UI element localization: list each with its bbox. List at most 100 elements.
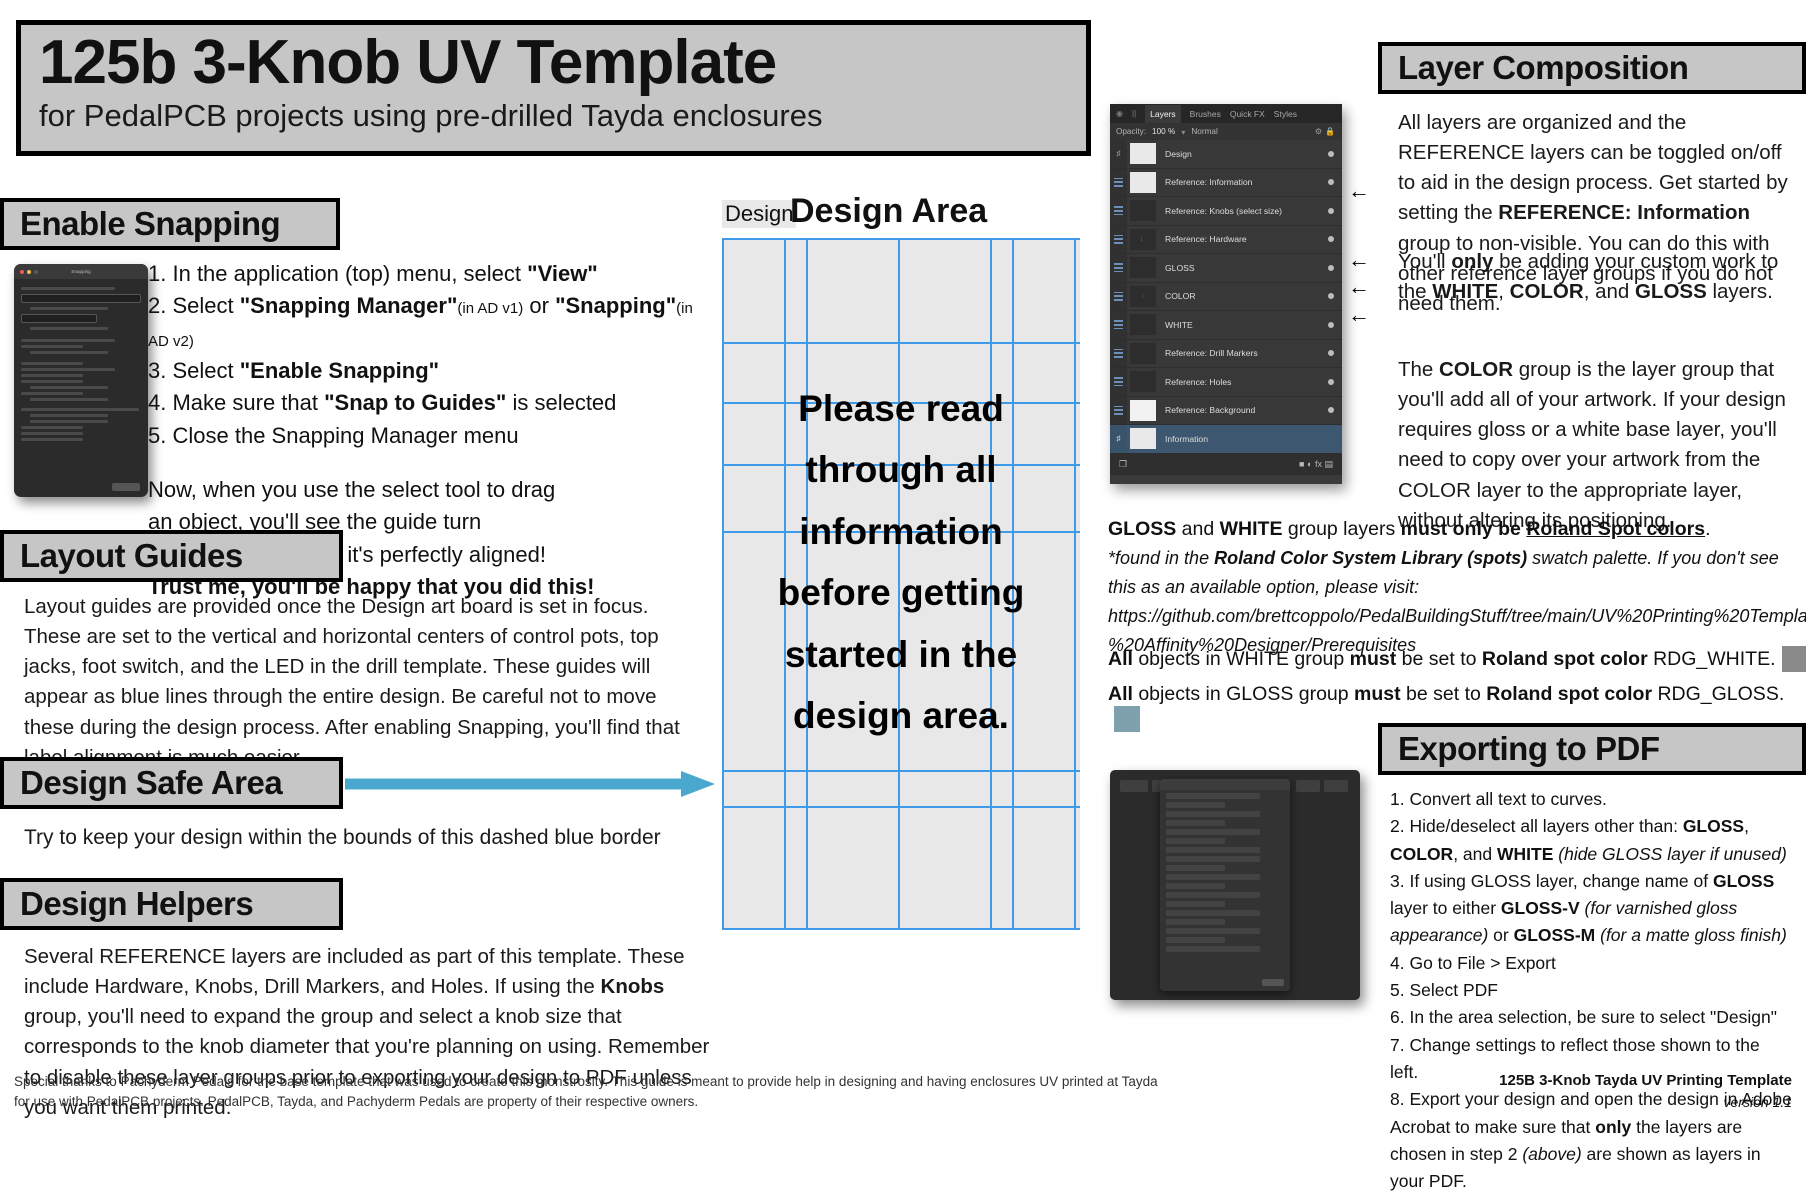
- layer-thumbnail: [1130, 400, 1156, 421]
- step-text: Select: [172, 358, 239, 383]
- layer-thumbnail: ⁝: [1130, 286, 1156, 307]
- visibility-toggle[interactable]: [1328, 350, 1334, 356]
- step-emphasis: GLOSS: [1683, 816, 1744, 836]
- layer-thumbnail: [1130, 257, 1156, 278]
- dialog-line: [21, 374, 83, 377]
- visibility-toggle[interactable]: [1328, 236, 1334, 242]
- lc-text: You'll: [1398, 250, 1451, 273]
- layer-handle-icon[interactable]: [1110, 169, 1127, 197]
- export-confirm-button[interactable]: [1262, 979, 1284, 986]
- dialog-close-button[interactable]: [112, 483, 140, 491]
- panel-menu-icon[interactable]: ◉: [1116, 109, 1123, 118]
- chevron-down-icon[interactable]: ▾: [1181, 127, 1185, 137]
- layer-row[interactable]: Reference: Information: [1110, 169, 1342, 198]
- export-dialog-titlebar: [1160, 779, 1290, 790]
- step-italic: (for a matte gloss finish): [1595, 925, 1787, 945]
- blend-mode-value[interactable]: Normal: [1191, 127, 1217, 136]
- spot-link[interactable]: Roland Spot colors: [1526, 518, 1705, 540]
- title-banner: 125b 3-Knob UV Template for PedalPCB pro…: [16, 20, 1091, 156]
- layer-row[interactable]: Reference: Holes: [1110, 368, 1342, 397]
- visibility-toggle[interactable]: [1328, 322, 1334, 328]
- step-text: ,: [1744, 816, 1749, 836]
- step-text: Hide/deselect all layers other than:: [1409, 816, 1682, 836]
- step-text: Select PDF: [1409, 980, 1498, 1000]
- opacity-bar[interactable]: Opacity: 100 % ▾ Normal ⚙ 🔒: [1110, 123, 1342, 140]
- layer-handle-icon[interactable]: [1110, 254, 1127, 282]
- visibility-toggle[interactable]: [1328, 208, 1334, 214]
- lc-emphasis: WHITE: [1432, 280, 1498, 303]
- layer-row-selected[interactable]: ♯ Information: [1110, 425, 1342, 454]
- layer-row[interactable]: ⁝ COLOR: [1110, 283, 1342, 312]
- step-text: Go to File > Export: [1409, 953, 1555, 973]
- visibility-toggle[interactable]: [1328, 379, 1334, 385]
- footer-credits: Special thanks to Pachyderm Pedals for t…: [14, 1072, 1164, 1113]
- layer-name: Reference: Knobs (select size): [1156, 206, 1282, 216]
- layer-row[interactable]: Reference: Knobs (select size): [1110, 197, 1342, 226]
- export-step-2: 2. Hide/deselect all layers other than: …: [1390, 813, 1792, 868]
- step-emphasis: "Snapping": [555, 293, 676, 318]
- layer-name: Design: [1156, 149, 1192, 159]
- layer-row[interactable]: WHITE: [1110, 311, 1342, 340]
- guide-horizontal: [722, 770, 1080, 772]
- layout-guides-body: Layout guides are provided once the Desi…: [24, 592, 704, 773]
- step-number: 1.: [1390, 789, 1409, 809]
- panel-pause-icon[interactable]: ||: [1132, 109, 1136, 118]
- layer-row[interactable]: ⁝ Reference: Hardware: [1110, 226, 1342, 255]
- page-subtitle: for PedalPCB projects using pre-drilled …: [39, 98, 1068, 134]
- layer-handle-icon[interactable]: [1110, 226, 1127, 254]
- step-annotation: (in AD v1): [457, 300, 523, 317]
- visibility-toggle[interactable]: [1328, 293, 1334, 299]
- lc-emphasis: only: [1451, 250, 1493, 273]
- duplicate-layer-icon[interactable]: ❐: [1119, 459, 1127, 470]
- tab-styles[interactable]: Styles: [1274, 109, 1297, 119]
- white-color-swatch: [1782, 646, 1806, 672]
- layers-panel-tabs[interactable]: ◉ || Layers Brushes Quick FX Styles: [1110, 104, 1342, 123]
- lock-icon[interactable]: 🔒: [1325, 127, 1335, 136]
- gear-icon[interactable]: ⚙: [1315, 127, 1322, 136]
- layer-row[interactable]: Reference: Drill Markers: [1110, 340, 1342, 369]
- layer-handle-icon[interactable]: [1110, 340, 1127, 368]
- new-layer-icon[interactable]: ▤: [1324, 459, 1333, 469]
- layer-row[interactable]: GLOSS: [1110, 254, 1342, 283]
- rule-emphasis: Roland spot color: [1486, 683, 1652, 705]
- opacity-value[interactable]: 100 %: [1152, 127, 1175, 136]
- design-area-canvas[interactable]: Please read through all information befo…: [722, 238, 1080, 930]
- step-emphasis: GLOSS-V: [1501, 898, 1580, 918]
- tab-quick-fx[interactable]: Quick FX: [1230, 109, 1265, 119]
- gloss-color-swatch: [1114, 706, 1140, 732]
- step-5: 5. Close the Snapping Manager menu: [148, 420, 708, 452]
- layer-composition-paragraph-3: The COLOR group is the layer group that …: [1398, 355, 1790, 536]
- lc-text: ,: [1498, 280, 1509, 303]
- layers-panel-footer[interactable]: ❐ ■ ◐ fx ▤: [1110, 454, 1342, 475]
- visibility-toggle[interactable]: [1328, 265, 1334, 271]
- layer-callout-arrow-color: ←: [1348, 276, 1370, 298]
- layer-handle-icon[interactable]: [1110, 368, 1127, 396]
- layer-handle-icon[interactable]: [1110, 311, 1127, 339]
- layer-handle-icon[interactable]: [1110, 283, 1127, 311]
- layer-name: GLOSS: [1156, 263, 1195, 273]
- visibility-toggle[interactable]: [1328, 151, 1334, 157]
- rule-text: objects in WHITE group: [1133, 648, 1350, 670]
- message-line: started in the: [722, 624, 1080, 685]
- section-title: Enable Snapping: [20, 205, 280, 243]
- tab-layers[interactable]: Layers: [1145, 105, 1181, 123]
- layer-row[interactable]: ♯ Design: [1110, 140, 1342, 169]
- layer-row[interactable]: Reference: Background: [1110, 397, 1342, 426]
- step-text: is selected: [506, 390, 616, 415]
- spot-gloss-label: GLOSS: [1108, 518, 1176, 540]
- layer-handle-icon[interactable]: [1110, 197, 1127, 225]
- step-text: or: [1488, 925, 1513, 945]
- mask-layer-icon[interactable]: ■: [1299, 459, 1304, 469]
- visibility-toggle[interactable]: [1328, 407, 1334, 413]
- layer-artboard-icon[interactable]: ♯: [1110, 425, 1127, 453]
- layer-handle-icon[interactable]: [1110, 397, 1127, 425]
- tab-brushes[interactable]: Brushes: [1190, 109, 1221, 119]
- step-number: 3.: [1390, 871, 1409, 891]
- dialog-line: [21, 287, 115, 290]
- layer-artboard-icon[interactable]: ♯: [1110, 140, 1127, 168]
- guide-horizontal: [722, 238, 1080, 240]
- adjustment-layer-icon[interactable]: ◐: [1307, 459, 1312, 469]
- effects-layer-icon[interactable]: fx: [1315, 459, 1322, 469]
- layers-panel-image[interactable]: ◉ || Layers Brushes Quick FX Styles Opac…: [1110, 104, 1342, 484]
- visibility-toggle[interactable]: [1328, 179, 1334, 185]
